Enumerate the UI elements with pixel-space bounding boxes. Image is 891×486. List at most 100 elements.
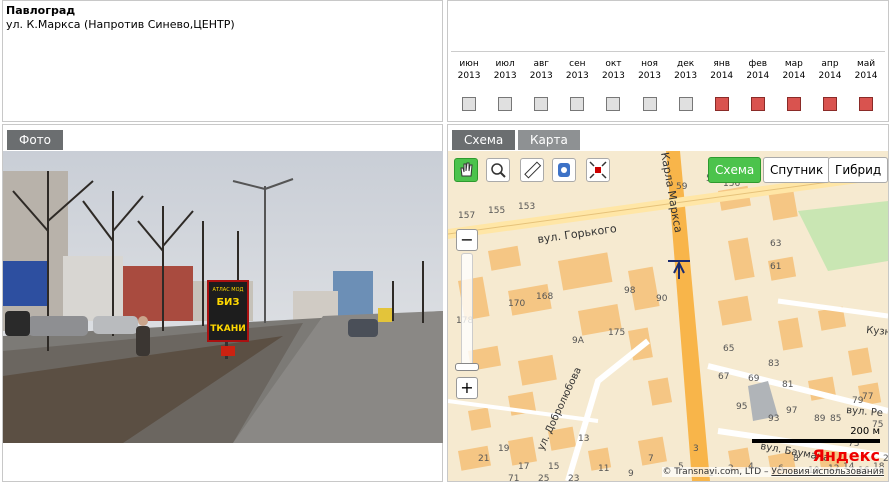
- tab-scheme[interactable]: Схема: [452, 130, 516, 150]
- calendar-month-4: окт 2013: [595, 52, 631, 88]
- status-free[interactable]: [498, 97, 513, 111]
- month-label: июл: [495, 59, 515, 69]
- house-number: 67: [718, 372, 729, 382]
- fullscreen-button[interactable]: [586, 158, 610, 182]
- yandex-map[interactable]: вул. Горького Карла Маркса ул. Добролюбо…: [448, 151, 888, 481]
- year-label: 2013: [493, 71, 517, 81]
- map-type-satellite-button[interactable]: Спутник: [763, 157, 831, 183]
- zoom-slider-track[interactable]: [461, 253, 473, 371]
- traffic-icon: [558, 163, 570, 177]
- calendar-month-9: мар 2014: [776, 52, 812, 88]
- tab-map[interactable]: Карта: [518, 130, 580, 150]
- calendar-month-1: июл 2013: [487, 52, 523, 88]
- status-busy[interactable]: [822, 97, 837, 111]
- calendar-status-cell: [451, 88, 487, 115]
- terms-link[interactable]: Условия использования: [771, 467, 884, 477]
- calendar-months-row: июн 2013 июл 2013 авг 2013 сен 2013 окт 2013 ноя 20…: [451, 52, 885, 88]
- month-label: авг: [533, 59, 550, 69]
- hand-icon: [460, 162, 473, 177]
- house-number: 17: [518, 462, 529, 472]
- zoom-slider-handle[interactable]: [455, 363, 479, 371]
- year-label: 2014: [854, 71, 878, 81]
- status-free[interactable]: [606, 97, 621, 111]
- house-number: 11: [598, 464, 609, 474]
- address: ул. К.Маркса (Напротив Синево,ЦЕНТР): [6, 18, 235, 31]
- billboard-brand: БИЗ: [216, 297, 239, 308]
- house-number: 21: [478, 454, 489, 464]
- house-number: 89: [814, 414, 826, 424]
- calendar-month-7: янв 2014: [704, 52, 740, 88]
- month-label: июн: [459, 59, 479, 69]
- house-number: 77: [862, 392, 873, 402]
- street-kuzn: Кузн: [866, 325, 888, 338]
- month-label: янв: [713, 59, 730, 69]
- calendar-month-11: май 2014: [848, 52, 884, 88]
- house-number: 175: [608, 328, 625, 338]
- month-label: сен: [569, 59, 586, 69]
- house-number: 85: [830, 414, 841, 424]
- status-free[interactable]: [462, 97, 477, 111]
- year-label: 2014: [782, 71, 806, 81]
- ruler-button[interactable]: [520, 158, 544, 182]
- calendar-month-8: фев 2014: [740, 52, 776, 88]
- ruler-icon: [524, 161, 542, 179]
- photo-panel: Фото АТЛАС МОД БИЗ ТКАНИ: [2, 124, 443, 482]
- calendar-status-cell: [523, 88, 559, 115]
- map-copyright: © Transnavi.com, LTD – Условия использов…: [662, 467, 884, 477]
- status-busy[interactable]: [786, 97, 801, 111]
- map-building: [648, 377, 673, 406]
- status-busy[interactable]: [714, 97, 729, 111]
- zoom-area-button[interactable]: [486, 158, 510, 182]
- status-free[interactable]: [534, 97, 549, 111]
- calendar-status-row: [451, 88, 885, 115]
- map-building: [467, 407, 492, 431]
- billboard-bottom: ТКАНИ: [210, 324, 246, 334]
- house-number: 9А: [572, 336, 585, 346]
- occupancy-calendar: июн 2013 июл 2013 авг 2013 сен 2013 окт 2013 ноя 20…: [451, 51, 885, 115]
- year-label: 2014: [710, 71, 734, 81]
- map-building: [848, 347, 873, 376]
- house-number: 71: [508, 474, 519, 481]
- status-free[interactable]: [570, 97, 585, 111]
- month-label: окт: [605, 59, 622, 69]
- house-number: 83: [768, 359, 779, 369]
- calendar-status-cell: [740, 88, 776, 115]
- house-number: 93: [768, 414, 779, 424]
- scale-label: 200 м: [850, 426, 880, 437]
- calendar-status-cell: [559, 88, 595, 115]
- zoom-in-button[interactable]: +: [456, 377, 478, 399]
- house-number: 168: [536, 292, 553, 302]
- tab-photo[interactable]: Фото: [7, 130, 64, 150]
- house-number: 98: [624, 286, 636, 296]
- zoom-out-button[interactable]: −: [456, 229, 478, 251]
- month-label: дек: [677, 59, 695, 69]
- copyright-text: © Transnavi.com, LTD –: [662, 467, 769, 477]
- house-number: 25: [538, 474, 549, 481]
- map-type-scheme-button[interactable]: Схема: [708, 157, 762, 183]
- map-building: [718, 295, 752, 326]
- minus-icon: −: [460, 230, 474, 249]
- map-type-hybrid-button[interactable]: Гибрид: [828, 157, 888, 183]
- house-number: 8: [793, 454, 799, 464]
- house-number: 155: [488, 206, 505, 216]
- house-number: 65: [723, 344, 734, 354]
- status-free[interactable]: [678, 97, 693, 111]
- calendar-status-cell: [704, 88, 740, 115]
- hand-tool-button[interactable]: [454, 158, 478, 182]
- year-label: 2013: [601, 71, 625, 81]
- calendar-status-cell: [848, 88, 884, 115]
- status-busy[interactable]: [750, 97, 765, 111]
- house-number: 63: [770, 239, 781, 249]
- scale-bar: [752, 439, 880, 443]
- city-name: Павлоград: [6, 4, 76, 17]
- calendar-month-3: сен 2013: [559, 52, 595, 88]
- traffic-button[interactable]: [552, 158, 576, 182]
- house-number: 9: [628, 469, 634, 479]
- calendar-month-5: ноя 2013: [631, 52, 667, 88]
- status-busy[interactable]: [859, 97, 874, 111]
- map-canvas[interactable]: вул. Горького Карла Маркса ул. Добролюбо…: [448, 151, 888, 481]
- house-number: 23: [568, 474, 579, 481]
- status-free[interactable]: [642, 97, 657, 111]
- house-number: 95: [736, 402, 747, 412]
- yandex-logo[interactable]: Яндекс: [813, 446, 881, 465]
